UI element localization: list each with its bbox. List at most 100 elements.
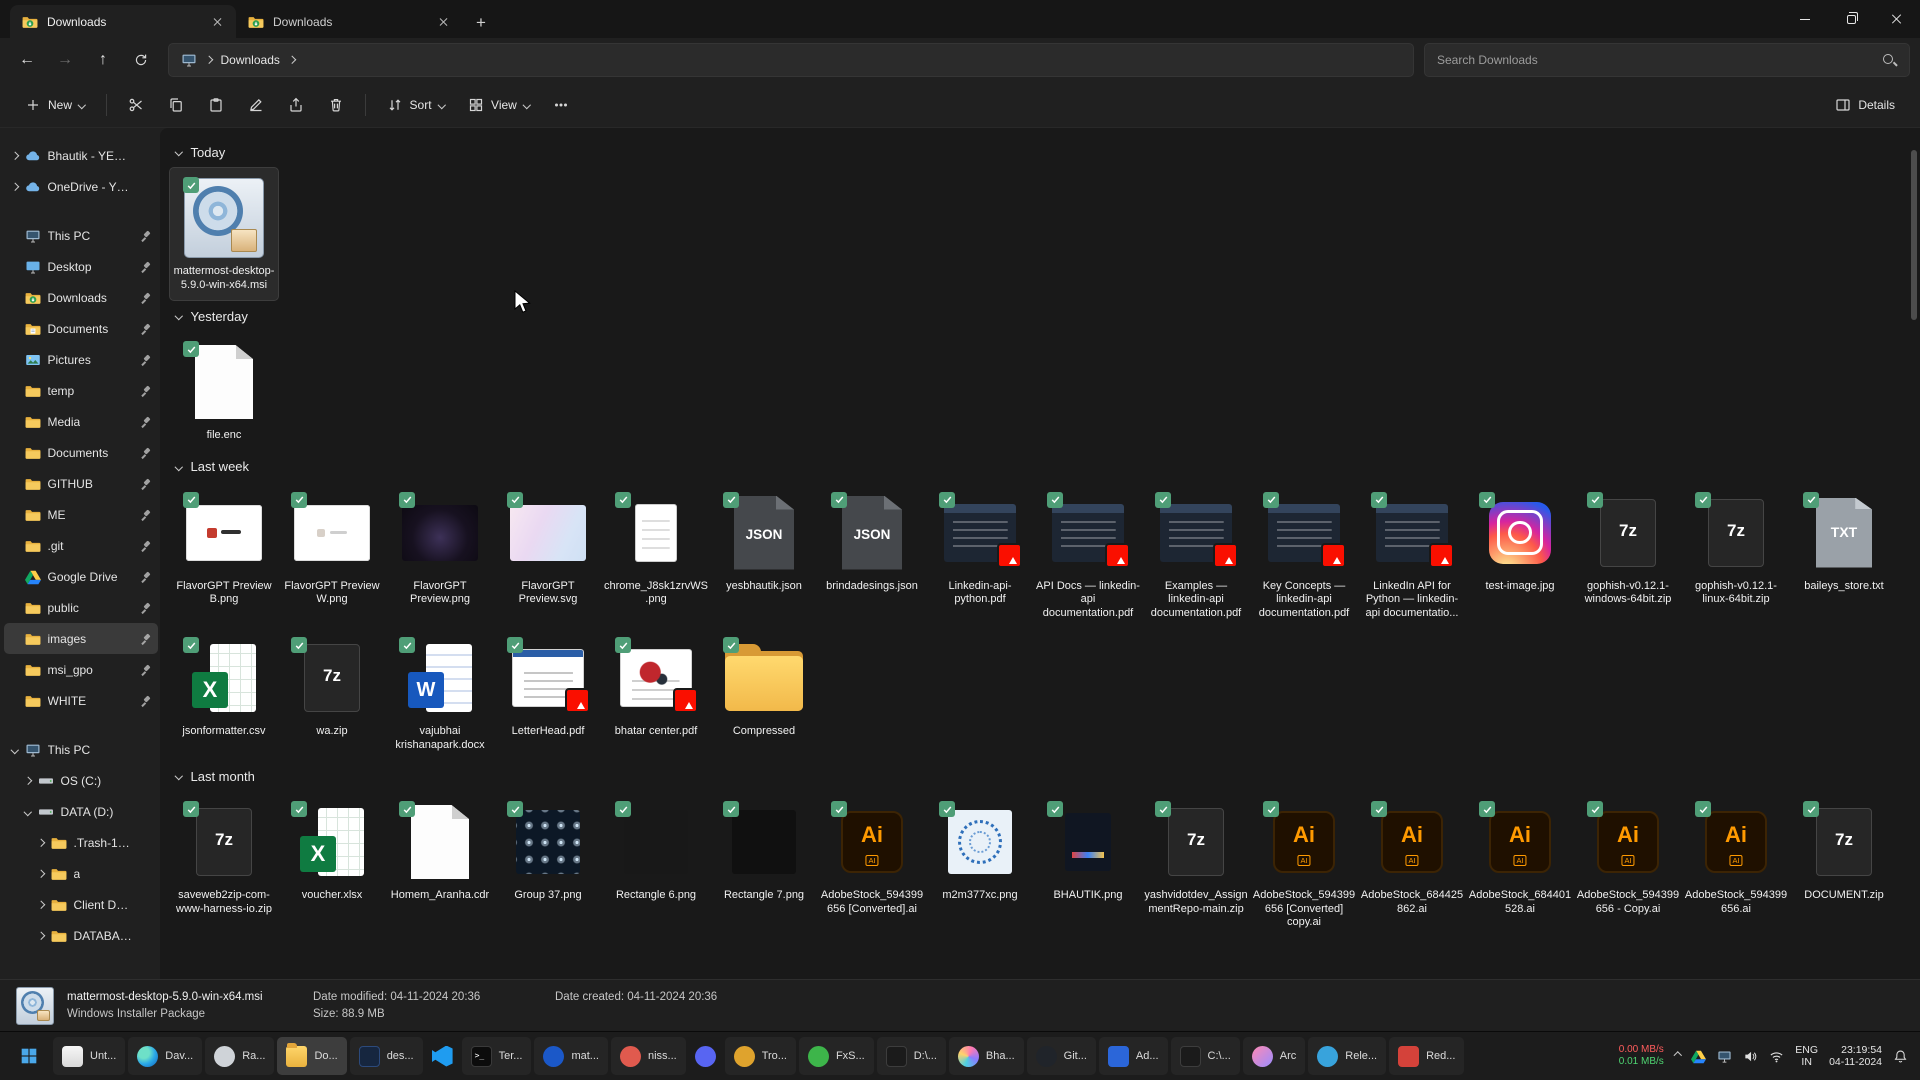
taskbar-app-arc[interactable]: Arc — [1243, 1037, 1306, 1075]
selected-checkbox[interactable] — [399, 801, 415, 817]
display-icon[interactable] — [1717, 1049, 1732, 1064]
selected-checkbox[interactable] — [723, 801, 739, 817]
sidebar-item-data-d[interactable]: DATA (D:) — [4, 796, 158, 827]
copy-button[interactable] — [157, 88, 195, 122]
breadcrumb-item-downloads[interactable]: Downloads — [221, 53, 280, 67]
selected-checkbox[interactable] — [723, 492, 739, 508]
search-input[interactable]: Search Downloads — [1424, 43, 1910, 77]
sidebar-item-white[interactable]: WHITE — [4, 685, 158, 716]
sidebar-item-images[interactable]: images — [4, 623, 158, 654]
selected-checkbox[interactable] — [723, 637, 739, 653]
chevron-right-icon[interactable] — [37, 870, 45, 878]
file-tile[interactable]: brindadesings.json — [818, 483, 926, 602]
sidebar-item-trash-1000[interactable]: .Trash-1000 — [4, 827, 158, 858]
view-button[interactable]: View — [457, 88, 540, 122]
chevron-right-icon[interactable] — [11, 152, 19, 160]
file-tile[interactable]: Homem_Aranha.cdr — [386, 792, 494, 911]
selected-checkbox[interactable] — [1371, 801, 1387, 817]
selected-checkbox[interactable] — [615, 492, 631, 508]
volume-icon[interactable] — [1743, 1049, 1758, 1064]
start-button[interactable] — [8, 1036, 50, 1076]
taskbar-app-git[interactable]: Git... — [1027, 1037, 1096, 1075]
close-button[interactable] — [1874, 0, 1920, 38]
group-header[interactable]: Today — [170, 136, 1904, 168]
file-tile[interactable]: LetterHead.pdf — [494, 628, 602, 747]
selected-checkbox[interactable] — [183, 637, 199, 653]
selected-checkbox[interactable] — [399, 637, 415, 653]
file-tile[interactable]: mattermost-desktop-5.9.0-win-x64.msi — [170, 168, 278, 300]
file-tile[interactable]: AdobeStock_594399656 - Copy.ai — [1574, 792, 1682, 924]
taskbar-app-ter[interactable]: Ter... — [462, 1037, 532, 1075]
selected-checkbox[interactable] — [615, 637, 631, 653]
sidebar-item-a[interactable]: a — [4, 858, 158, 889]
file-tile[interactable]: gophish-v0.12.1-windows-64bit.zip — [1574, 483, 1682, 615]
tray-overflow-chevron-icon[interactable] — [1674, 1052, 1682, 1060]
network-icon[interactable] — [1769, 1049, 1784, 1064]
file-tile[interactable]: voucher.xlsx — [278, 792, 386, 911]
rename-button[interactable] — [237, 88, 275, 122]
cut-button[interactable] — [117, 88, 155, 122]
selected-checkbox[interactable] — [1155, 492, 1171, 508]
selected-checkbox[interactable] — [1047, 801, 1063, 817]
file-tile[interactable]: API Docs — linkedin-api documentation.pd… — [1034, 483, 1142, 629]
file-tile[interactable]: wa.zip — [278, 628, 386, 747]
sidebar-item-github[interactable]: GITHUB — [4, 468, 158, 499]
notifications-bell-icon[interactable] — [1893, 1049, 1908, 1064]
sidebar-item-onedrive-yese[interactable]: OneDrive - YESE — [4, 171, 158, 202]
sidebar-item-this-pc[interactable]: This PC — [4, 734, 158, 765]
sidebar-item-bhautik-yesbh[interactable]: Bhautik - YESBH — [4, 140, 158, 171]
sidebar-item-this-pc[interactable]: This PC — [4, 220, 158, 251]
taskbar-app-ra[interactable]: Ra... — [205, 1037, 274, 1075]
sidebar-item-documents[interactable]: Documents — [4, 437, 158, 468]
taskbar-app-d[interactable]: D:\... — [877, 1037, 946, 1075]
file-tile[interactable]: AdobeStock_594399656 [Converted].ai — [818, 792, 926, 924]
network-speed-widget[interactable]: 0.00 MB/s 0.01 MB/s — [1619, 1044, 1664, 1068]
file-tile[interactable]: baileys_store.txt — [1790, 483, 1898, 602]
taskbar-app-discord[interactable] — [689, 1037, 722, 1075]
selected-checkbox[interactable] — [1587, 492, 1603, 508]
sidebar-item-database[interactable]: DATABASE — [4, 920, 158, 951]
taskbar-app-unt[interactable]: Unt... — [53, 1037, 125, 1075]
selected-checkbox[interactable] — [1695, 492, 1711, 508]
file-tile[interactable]: jsonformatter.csv — [170, 628, 278, 747]
selected-checkbox[interactable] — [1263, 801, 1279, 817]
taskbar-app-dav[interactable]: Dav... — [128, 1037, 202, 1075]
selected-checkbox[interactable] — [831, 801, 847, 817]
file-tile[interactable]: m2m377xc.png — [926, 792, 1034, 911]
tab-close-icon[interactable] — [208, 13, 226, 31]
taskbar-app-red[interactable]: Red... — [1389, 1037, 1464, 1075]
taskbar-app-tro[interactable]: Tro... — [725, 1037, 796, 1075]
selected-checkbox[interactable] — [939, 492, 955, 508]
more-options-button[interactable] — [542, 88, 580, 122]
chevron-right-icon[interactable] — [37, 932, 45, 940]
paste-button[interactable] — [197, 88, 235, 122]
sidebar-item-temp[interactable]: temp — [4, 375, 158, 406]
tab-downloads-inactive[interactable]: Downloads — [236, 5, 462, 38]
selected-checkbox[interactable] — [1371, 492, 1387, 508]
chevron-right-icon[interactable] — [37, 901, 45, 909]
file-tile[interactable]: test-image.jpg — [1466, 483, 1574, 602]
sidebar-item-msi-gpo[interactable]: msi_gpo — [4, 654, 158, 685]
selected-checkbox[interactable] — [183, 492, 199, 508]
taskbar-app-niss[interactable]: niss... — [611, 1037, 686, 1075]
sidebar-item-client-data[interactable]: Client DATA — [4, 889, 158, 920]
new-tab-button[interactable]: + — [466, 8, 496, 38]
tab-downloads-active[interactable]: Downloads — [10, 5, 236, 38]
sidebar-item-me[interactable]: ME — [4, 499, 158, 530]
file-tile[interactable]: AdobeStock_684401528.ai — [1466, 792, 1574, 924]
selected-checkbox[interactable] — [831, 492, 847, 508]
file-tile[interactable]: Rectangle 7.png — [710, 792, 818, 911]
sidebar-item-downloads[interactable]: Downloads — [4, 282, 158, 313]
file-tile[interactable]: FlavorGPT Preview.svg — [494, 483, 602, 615]
file-tile[interactable]: FlavorGPT Preview.png — [386, 483, 494, 615]
clock[interactable]: 23:19:54 04-11-2024 — [1829, 1044, 1882, 1068]
share-button[interactable] — [277, 88, 315, 122]
selected-checkbox[interactable] — [1155, 801, 1171, 817]
file-tile[interactable]: vajubhai krishanapark.docx — [386, 628, 494, 760]
sidebar-item-documents[interactable]: Documents — [4, 313, 158, 344]
group-header[interactable]: Last month — [170, 760, 1904, 792]
selected-checkbox[interactable] — [1803, 801, 1819, 817]
up-button[interactable]: ↑ — [86, 44, 120, 76]
search-icon[interactable] — [1882, 53, 1897, 68]
sidebar-item-public[interactable]: public — [4, 592, 158, 623]
